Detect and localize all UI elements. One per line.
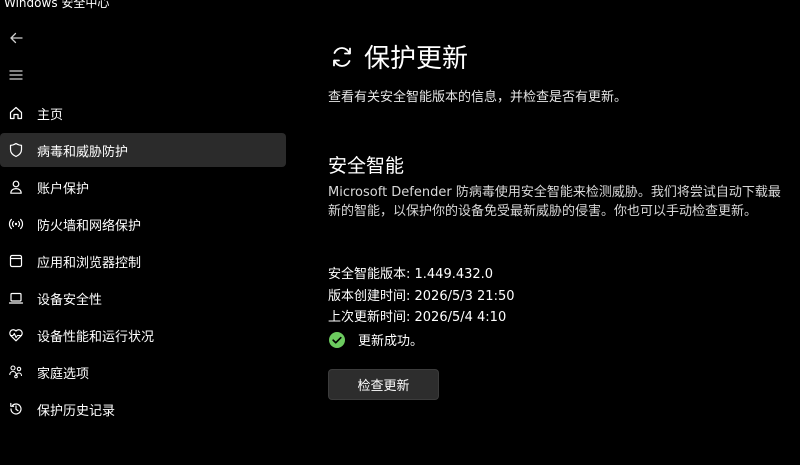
sidebar-item-app-browser[interactable]: 应用和浏览器控制 bbox=[0, 244, 286, 278]
sidebar-item-label: 主页 bbox=[37, 107, 64, 123]
section-description: Microsoft Defender 防病毒使用安全智能来检测威胁。我们将尝试自… bbox=[328, 185, 781, 219]
main-content: 保护更新 查看有关安全智能版本的信息，并检查是否有更新。 安全智能 Micros… bbox=[300, 0, 800, 465]
wifi-signal-icon bbox=[1, 207, 31, 241]
sidebar-item-label: 应用和浏览器控制 bbox=[37, 255, 142, 271]
family-icon bbox=[1, 355, 31, 389]
heart-pulse-icon bbox=[1, 318, 31, 352]
sidebar-item-protection-history[interactable]: 保护历史记录 bbox=[0, 392, 286, 426]
person-icon bbox=[1, 170, 31, 204]
back-button[interactable] bbox=[6, 28, 26, 48]
version-created-time: 版本创建时间: 2026/5/3 21:50 bbox=[328, 289, 515, 304]
sidebar-item-label: 防火墙和网络保护 bbox=[37, 218, 142, 234]
refresh-icon bbox=[328, 41, 356, 73]
sidebar-item-firewall[interactable]: 防火墙和网络保护 bbox=[0, 207, 286, 241]
hamburger-menu-icon bbox=[9, 69, 23, 81]
last-updated-time: 上次更新时间: 2026/5/4 4:10 bbox=[328, 310, 507, 325]
sidebar-item-label: 病毒和威胁防护 bbox=[37, 144, 129, 160]
sidebar-item-account[interactable]: 账户保护 bbox=[0, 170, 286, 204]
sidebar: 主页 病毒和威胁防护 账户保护 防火墙和网络保护 应用和浏览器控制 设备安全性 … bbox=[0, 0, 300, 465]
sidebar-item-label: 设备性能和运行状况 bbox=[37, 329, 155, 345]
section-title: 安全智能 bbox=[328, 155, 405, 177]
check-updates-button[interactable]: 检查更新 bbox=[328, 369, 439, 400]
sidebar-item-label: 设备安全性 bbox=[37, 292, 103, 308]
security-center-window: Windows 安全中心 主页 病毒和威胁防护 账户保护 防火墙和网络保护 应用… bbox=[0, 0, 800, 465]
sidebar-item-label: 家庭选项 bbox=[37, 366, 90, 382]
home-icon bbox=[1, 96, 31, 130]
history-icon bbox=[1, 392, 31, 426]
page-title: 保护更新 bbox=[364, 44, 469, 74]
success-check-icon bbox=[328, 331, 346, 349]
update-status: 更新成功。 bbox=[328, 330, 423, 349]
sidebar-item-family[interactable]: 家庭选项 bbox=[0, 355, 286, 389]
shield-icon bbox=[1, 133, 31, 167]
sidebar-item-label: 账户保护 bbox=[37, 181, 90, 197]
page-header: 保护更新 bbox=[328, 38, 468, 75]
sidebar-item-home[interactable]: 主页 bbox=[0, 96, 286, 130]
menu-button[interactable] bbox=[6, 65, 26, 85]
sidebar-item-device-security[interactable]: 设备安全性 bbox=[0, 281, 286, 315]
app-window-icon bbox=[1, 244, 31, 278]
back-arrow-icon bbox=[9, 31, 23, 45]
laptop-icon bbox=[1, 281, 31, 315]
sidebar-item-label: 保护历史记录 bbox=[37, 403, 116, 419]
sidebar-item-virus-protection[interactable]: 病毒和威胁防护 bbox=[0, 133, 286, 167]
intelligence-version: 安全智能版本: 1.449.432.0 bbox=[328, 267, 494, 282]
sidebar-item-device-health[interactable]: 设备性能和运行状况 bbox=[0, 318, 286, 352]
page-description: 查看有关安全智能版本的信息，并检查是否有更新。 bbox=[328, 90, 628, 105]
status-text: 更新成功。 bbox=[358, 334, 424, 349]
